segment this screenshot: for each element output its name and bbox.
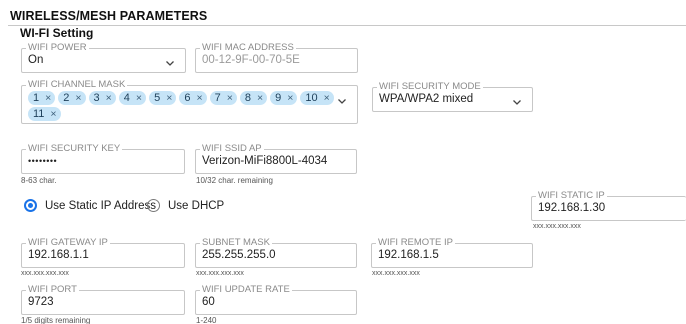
wifi-gateway-ip-hint: xxx.xxx.xxx.xxx: [21, 270, 69, 277]
channel-chip[interactable]: 6 ×: [179, 91, 207, 105]
wifi-ssid-hint: 10/32 char. remaining: [196, 176, 273, 185]
wifi-static-ip-value: 192.168.1.30: [538, 202, 606, 214]
section-title: WIRELESS/MESH PARAMETERS: [10, 9, 208, 23]
wifi-remote-ip-value: 192.168.1.5: [378, 249, 439, 261]
channel-chip[interactable]: 8 ×: [239, 91, 268, 105]
wifi-port-value: 9723: [28, 296, 54, 308]
chevron-down-icon[interactable]: [337, 96, 347, 106]
wifi-gateway-ip-label: WIFI GATEWAY IP: [28, 237, 108, 248]
channel-chip-label: 5: [154, 92, 161, 104]
wifi-port-input[interactable]: WIFI PORT 9723: [21, 285, 185, 315]
wifi-gateway-ip-input[interactable]: WIFI GATEWAY IP 192.168.1.1: [21, 238, 185, 268]
channel-chip[interactable]: 5 ×: [149, 91, 177, 105]
channel-chip[interactable]: 3 ×: [88, 91, 116, 105]
wifi-security-mode-select[interactable]: WIFI SECURITY MODE WPA/WPA2 mixed: [372, 82, 533, 112]
subnet-mask-value: 255.255.255.0: [202, 249, 276, 261]
channel-chip-label: 6: [184, 92, 191, 104]
wifi-security-key-input[interactable]: WIFI SECURITY KEY ••••••••: [21, 144, 185, 174]
remove-chip-icon[interactable]: ×: [227, 91, 233, 105]
wifi-security-key-value: ••••••••: [28, 156, 58, 166]
wifi-port-hint: 1/5 digits remaining: [21, 316, 91, 324]
wifi-update-rate-input[interactable]: WIFI UPDATE RATE 60: [195, 285, 357, 315]
channel-chip[interactable]: 9 ×: [270, 91, 298, 105]
wifi-security-mode-label: WIFI SECURITY MODE: [379, 81, 481, 92]
use-dhcp-radio[interactable]: Use DHCP: [147, 199, 224, 212]
subnet-mask-hint: xxx.xxx.xxx.xxx: [196, 270, 244, 277]
wifi-ssid-input[interactable]: WIFI SSID AP Verizon-MiFi8800L-4034: [195, 144, 357, 174]
wifi-security-mode-value: WPA/WPA2 mixed: [379, 93, 474, 105]
wifi-remote-ip-label: WIFI REMOTE IP: [378, 237, 453, 248]
radio-selected-icon: [24, 199, 37, 212]
wifi-security-key-label: WIFI SECURITY KEY: [28, 143, 121, 154]
remove-chip-icon[interactable]: ×: [106, 91, 112, 105]
use-static-ip-label: Use Static IP Address: [45, 199, 157, 212]
wifi-channel-mask-label: WIFI CHANNEL MASK: [28, 79, 126, 90]
wifi-ssid-value: Verizon-MiFi8800L-4034: [202, 155, 328, 167]
wifi-mac-address-value: 00-12-9F-00-70-5E: [202, 54, 300, 66]
wifi-static-ip-hint: xxx.xxx.xxx.xxx: [533, 223, 581, 230]
wifi-update-rate-label: WIFI UPDATE RATE: [202, 284, 290, 295]
section-divider: [8, 25, 686, 26]
channel-chip[interactable]: 11 ×: [28, 107, 61, 121]
radio-unselected-icon: [147, 199, 160, 212]
wifi-static-ip-label: WIFI STATIC IP: [538, 190, 605, 201]
wifi-remote-ip-hint: xxx.xxx.xxx.xxx: [372, 270, 420, 277]
channel-chip[interactable]: 10 ×: [300, 91, 334, 105]
channel-chip[interactable]: 4 ×: [118, 91, 147, 105]
remove-chip-icon[interactable]: ×: [196, 91, 202, 105]
subsection-title: WI-FI Setting: [20, 26, 94, 40]
channel-chip-label: 10: [305, 92, 318, 104]
remove-chip-icon[interactable]: ×: [287, 91, 293, 105]
wifi-ssid-label: WIFI SSID AP: [202, 143, 262, 154]
channel-chip[interactable]: 2 ×: [58, 91, 86, 105]
remove-chip-icon[interactable]: ×: [257, 91, 263, 105]
channel-chip-label: 1: [33, 92, 40, 104]
use-dhcp-label: Use DHCP: [168, 199, 225, 212]
wifi-gateway-ip-value: 192.168.1.1: [28, 249, 89, 261]
remove-chip-icon[interactable]: ×: [136, 91, 142, 105]
wifi-remote-ip-input[interactable]: WIFI REMOTE IP 192.168.1.5: [371, 238, 533, 268]
channel-chip[interactable]: 7 ×: [209, 91, 237, 105]
channel-chip-label: 8: [244, 92, 251, 104]
remove-chip-icon[interactable]: ×: [75, 91, 81, 105]
wifi-power-value: On: [28, 54, 44, 66]
wifi-channel-mask-select[interactable]: WIFI CHANNEL MASK 1 × 2 × 3 × 4 × 5 × 6 × 7 × 8 × 9 × 10 × 1…: [21, 80, 358, 124]
wifi-port-label: WIFI PORT: [28, 284, 77, 295]
channel-chip-label: 9: [275, 92, 282, 104]
wifi-mac-address-label: WIFI MAC ADDRESS: [202, 42, 294, 53]
remove-chip-icon[interactable]: ×: [50, 107, 56, 121]
wifi-security-key-hint: 8-63 char.: [21, 176, 57, 185]
wifi-update-rate-value: 60: [202, 296, 215, 308]
wifi-static-ip-input[interactable]: WIFI STATIC IP 192.168.1.30: [531, 191, 686, 221]
wifi-power-select[interactable]: WIFI POWER On: [21, 43, 186, 73]
remove-chip-icon[interactable]: ×: [45, 91, 51, 105]
chevron-down-icon: [512, 97, 522, 107]
wifi-mac-address-field: WIFI MAC ADDRESS 00-12-9F-00-70-5E: [195, 43, 358, 73]
subnet-mask-label: SUBNET MASK: [202, 237, 270, 248]
chevron-down-icon: [165, 58, 175, 68]
channel-chip-label: 4: [123, 92, 130, 104]
use-static-ip-radio[interactable]: Use Static IP Address: [24, 199, 156, 212]
channel-chip-label: 3: [93, 92, 100, 104]
wifi-update-rate-hint: 1-240: [196, 316, 217, 324]
channel-chip-label: 11: [33, 108, 45, 120]
subnet-mask-input[interactable]: SUBNET MASK 255.255.255.0: [195, 238, 357, 268]
channel-chip-label: 7: [214, 92, 221, 104]
channel-chip-list: 1 × 2 × 3 × 4 × 5 × 6 × 7 × 8 × 9 × 10 × 11 ×: [28, 90, 338, 121]
wifi-power-label: WIFI POWER: [28, 42, 87, 53]
channel-chip-label: 2: [63, 92, 70, 104]
channel-chip[interactable]: 1 ×: [28, 91, 56, 105]
remove-chip-icon[interactable]: ×: [166, 91, 172, 105]
remove-chip-icon[interactable]: ×: [324, 91, 330, 105]
